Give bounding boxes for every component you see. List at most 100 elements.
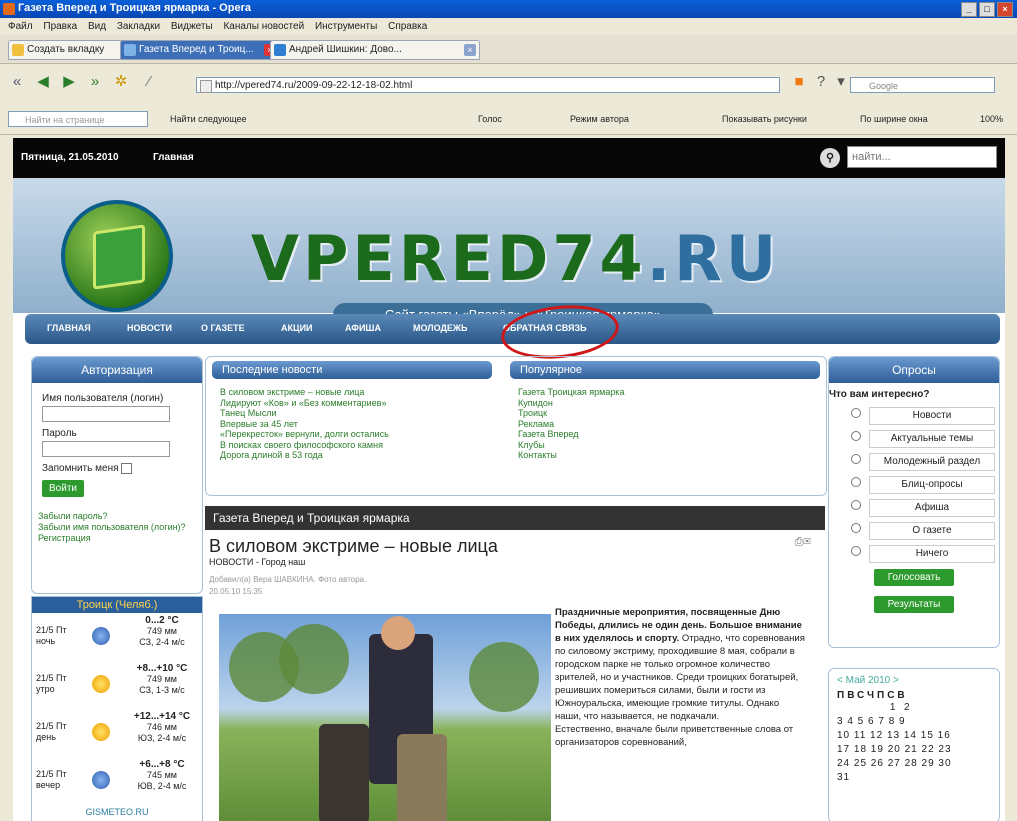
weather-source[interactable]: GISMETEO.RU bbox=[32, 807, 202, 817]
address-bar[interactable]: http://vpered74.ru/2009-09-22-12-18-02.h… bbox=[196, 77, 780, 93]
rss-icon[interactable]: ■ bbox=[790, 73, 808, 91]
vote-button[interactable]: Голосовать bbox=[874, 569, 954, 586]
site-top-strip: Пятница, 21.05.2010 Главная ⚲ bbox=[13, 138, 1005, 178]
calendar-weekdays: ПВСЧПСВ bbox=[837, 690, 908, 701]
weather-title[interactable]: Троицк (Челяб.) bbox=[32, 597, 202, 613]
radio-icon[interactable] bbox=[851, 477, 861, 487]
poll-option[interactable]: Ничего bbox=[829, 542, 999, 565]
forgot-username-link[interactable]: Забыли имя пользователя (логин)? bbox=[38, 522, 202, 533]
menu-bookmarks[interactable]: Закладки bbox=[117, 18, 160, 35]
radio-icon[interactable] bbox=[851, 546, 861, 556]
list-item[interactable]: Газета Троицкая ярмарка bbox=[518, 387, 624, 398]
register-link[interactable]: Регистрация bbox=[38, 533, 202, 544]
list-item[interactable]: Лидируют «Ков» и «Без комментариев» bbox=[220, 398, 389, 409]
poll-option[interactable]: Афиша bbox=[829, 496, 999, 519]
poll-option[interactable]: Блиц-опросы bbox=[829, 473, 999, 496]
menu-tools[interactable]: Инструменты bbox=[315, 18, 377, 35]
list-item[interactable]: Впервые за 45 лет bbox=[220, 419, 389, 430]
voice-button[interactable]: Голос bbox=[478, 112, 502, 126]
close-tab-icon[interactable]: × bbox=[464, 44, 476, 56]
tab-second[interactable]: Андрей Шишкин: Дово... × bbox=[270, 40, 480, 60]
menu-feeds[interactable]: Каналы новостей bbox=[223, 18, 304, 35]
fast-forward-icon[interactable]: » bbox=[86, 73, 104, 91]
poll-option[interactable]: Новости bbox=[829, 404, 999, 427]
wand-icon[interactable]: ⁄ bbox=[140, 73, 158, 91]
calendar-row[interactable]: 3 4 5 6 7 8 9 bbox=[837, 715, 999, 729]
reload-icon[interactable]: ✲ bbox=[112, 73, 130, 91]
menu-widgets[interactable]: Виджеты bbox=[171, 18, 213, 35]
list-item[interactable]: Троицк bbox=[518, 408, 624, 419]
new-tab-button[interactable]: Создать вкладку bbox=[8, 40, 132, 60]
show-images-button[interactable]: Показывать рисунки bbox=[722, 112, 807, 126]
find-input[interactable]: Найти на странице bbox=[8, 111, 148, 127]
calendar-row[interactable]: 24 25 26 27 28 29 30 bbox=[837, 757, 999, 771]
fit-width-button[interactable]: По ширине окна bbox=[860, 112, 928, 126]
search-engine-box[interactable]: Google bbox=[850, 77, 995, 93]
menu-edit[interactable]: Правка bbox=[43, 18, 77, 35]
article: Газета Вперед и Троицкая ярмарка В силов… bbox=[205, 506, 825, 821]
menu-view[interactable]: Вид bbox=[88, 18, 106, 35]
list-item[interactable]: Купидон bbox=[518, 398, 624, 409]
poll-option[interactable]: Молодежный раздел bbox=[829, 450, 999, 473]
poll-box: Опросы Что вам интересно? Новости Актуал… bbox=[828, 356, 1000, 648]
help-icon[interactable]: ? bbox=[812, 73, 830, 91]
menu-file[interactable]: Файл bbox=[8, 18, 33, 35]
poll-question: Что вам интересно? bbox=[829, 389, 930, 400]
author-mode-button[interactable]: Режим автора bbox=[570, 112, 629, 126]
home-link[interactable]: Главная bbox=[153, 152, 194, 163]
list-item[interactable]: «Перекресток» вернули, долги остались bbox=[220, 429, 389, 440]
calendar-row[interactable]: 10 11 12 13 14 15 16 bbox=[837, 729, 999, 743]
forward-icon[interactable]: ▶ bbox=[60, 73, 78, 91]
nav-news[interactable]: НОВОСТИ bbox=[127, 323, 172, 333]
print-email-icon[interactable]: ⎙✉ bbox=[795, 536, 811, 549]
results-button[interactable]: Результаты bbox=[874, 596, 954, 613]
remember-me[interactable]: Запомнить меня bbox=[42, 463, 202, 474]
close-button[interactable]: × bbox=[997, 2, 1013, 17]
calendar-row[interactable]: 17 18 19 20 21 22 23 bbox=[837, 743, 999, 757]
list-item[interactable]: Дорога длиной в 53 года bbox=[220, 450, 389, 461]
search-icon[interactable]: ⚲ bbox=[820, 148, 840, 168]
username-field[interactable] bbox=[42, 406, 170, 422]
minimize-button[interactable]: _ bbox=[961, 2, 977, 17]
list-item[interactable]: Танец Мысли bbox=[220, 408, 389, 419]
lj-icon bbox=[274, 44, 286, 56]
back-icon[interactable]: ◀ bbox=[34, 73, 52, 91]
zoom-level[interactable]: 100% bbox=[980, 112, 1003, 126]
maximize-button[interactable]: □ bbox=[979, 2, 995, 17]
radio-icon[interactable] bbox=[851, 408, 861, 418]
list-item[interactable]: В силовом экстриме – новые лица bbox=[220, 387, 389, 398]
new-tab-icon bbox=[12, 44, 24, 56]
nav-actions[interactable]: АКЦИИ bbox=[281, 323, 313, 333]
calendar-row[interactable]: 31 bbox=[837, 771, 999, 785]
rewind-icon[interactable]: « bbox=[8, 73, 26, 91]
poll-option[interactable]: Актуальные темы bbox=[829, 427, 999, 450]
find-next-button[interactable]: Найти следующее bbox=[170, 112, 247, 126]
nav-home[interactable]: ГЛАВНАЯ bbox=[47, 323, 91, 333]
login-button[interactable]: Войти bbox=[42, 480, 84, 498]
nav-youth[interactable]: МОЛОДЕЖЬ bbox=[413, 323, 468, 333]
auth-box: Авторизация Имя пользователя (логин) Пар… bbox=[31, 356, 203, 594]
list-item[interactable]: Реклама bbox=[518, 419, 624, 430]
cloud-icon bbox=[92, 627, 110, 645]
list-item[interactable]: Газета Вперед bbox=[518, 429, 624, 440]
forgot-password-link[interactable]: Забыли пароль? bbox=[38, 511, 202, 522]
menu-help[interactable]: Справка bbox=[388, 18, 427, 35]
weather-widget: Троицк (Челяб.) 21/5 Пт ночь 0...2 °C 749 … bbox=[31, 596, 203, 821]
nav-about[interactable]: О ГАЗЕТЕ bbox=[201, 323, 245, 333]
tab-active[interactable]: Газета Вперед и Троиц... × bbox=[120, 40, 280, 60]
nav-afisha[interactable]: АФИША bbox=[345, 323, 381, 333]
dropdown-icon[interactable]: ▾ bbox=[832, 73, 850, 91]
radio-icon[interactable] bbox=[851, 431, 861, 441]
radio-icon[interactable] bbox=[851, 500, 861, 510]
list-item[interactable]: В поисках своего философского камня bbox=[220, 440, 389, 451]
poll-option[interactable]: О газете bbox=[829, 519, 999, 542]
radio-icon[interactable] bbox=[851, 454, 861, 464]
article-title[interactable]: В силовом экстриме – новые лица bbox=[209, 536, 825, 557]
password-field[interactable] bbox=[42, 441, 170, 457]
remember-checkbox[interactable] bbox=[121, 463, 133, 474]
list-item[interactable]: Клубы bbox=[518, 440, 624, 451]
list-item[interactable]: Контакты bbox=[518, 450, 624, 461]
weather-row: 21/5 Пт день +12...+14 °C 746 мм ЮЗ, 2-4 м/… bbox=[36, 711, 191, 743]
radio-icon[interactable] bbox=[851, 523, 861, 533]
site-search-input[interactable] bbox=[847, 146, 997, 168]
